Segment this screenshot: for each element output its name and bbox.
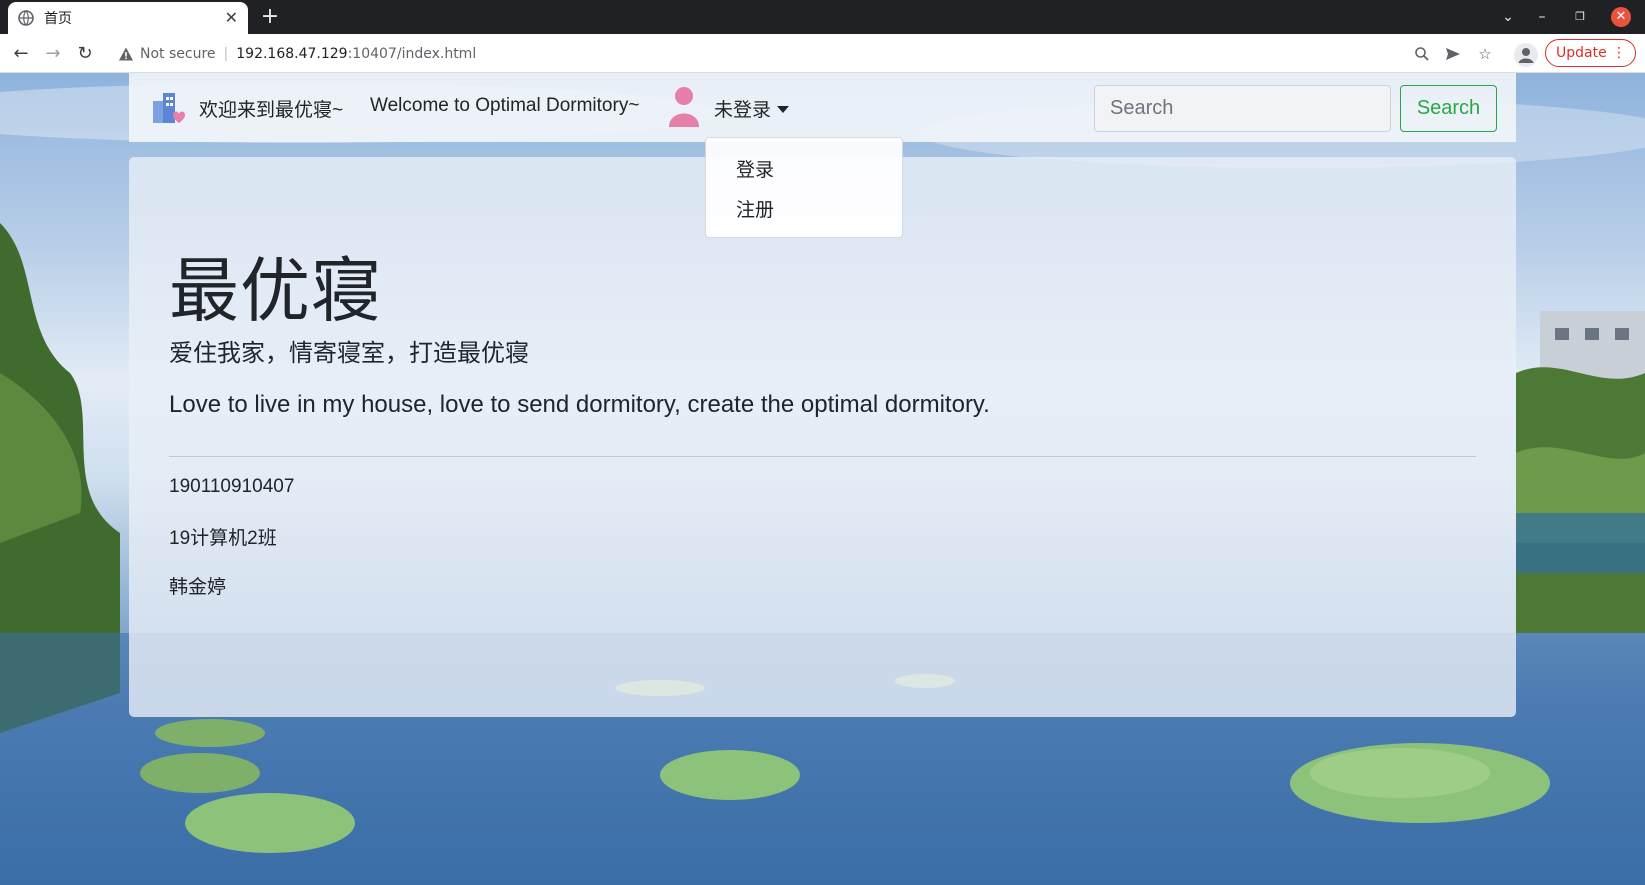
address-bar[interactable]: Not secure | 192.168.47.129 :10407/index… (108, 38, 1608, 69)
dormitory-logo-icon[interactable] (151, 85, 185, 125)
tab-close-icon[interactable]: ✕ (225, 10, 238, 26)
star-icon[interactable]: ☆ (1474, 43, 1496, 65)
class-name: 19计算机2班 (169, 528, 277, 549)
globe-icon (18, 10, 34, 26)
window-close-button[interactable]: ✕ (1611, 7, 1631, 27)
user-dropdown-toggle[interactable]: 未登录 (714, 95, 790, 122)
search-input[interactable] (1094, 85, 1391, 132)
subtitle-cn: 爱住我家，情寄寝室，打造最优寝 (169, 340, 529, 367)
minimize-button[interactable]: – (1527, 0, 1557, 34)
url-separator: | (223, 45, 229, 62)
security-label: Not secure (140, 45, 216, 62)
site-navbar: 欢迎来到最优寝~ Welcome to Optimal Dormitory~ 未… (129, 73, 1516, 142)
new-tab-button[interactable]: + (258, 4, 282, 30)
zoom-icon[interactable] (1411, 43, 1433, 65)
update-button[interactable]: Update ⋮ (1545, 39, 1636, 67)
user-status-label: 未登录 (714, 100, 772, 121)
warning-icon (119, 47, 133, 60)
page-viewport: 欢迎来到最优寝~ Welcome to Optimal Dormitory~ 未… (0, 73, 1645, 885)
caret-down-icon (777, 106, 790, 113)
url-path: :10407/index.html (347, 45, 477, 62)
profile-icon[interactable] (1514, 43, 1538, 67)
brand-text-cn[interactable]: 欢迎来到最优寝~ (199, 95, 343, 122)
tab-list-icon[interactable]: ⌄ (1493, 0, 1523, 34)
jumbotron: 最优寝 爱住我家，情寄寝室，打造最优寝 Love to live in my h… (129, 157, 1516, 717)
brand-text-en[interactable]: Welcome to Optimal Dormitory~ (370, 95, 639, 117)
student-id: 190110910407 (169, 476, 295, 497)
dropdown-item-register[interactable]: 注册 (736, 195, 774, 222)
restore-button[interactable]: ❐ (1565, 0, 1595, 34)
url-host: 192.168.47.129 (236, 45, 348, 62)
page-title: 最优寝 (169, 252, 382, 330)
update-label: Update (1556, 45, 1607, 61)
student-name: 韩金婷 (169, 577, 227, 598)
browser-tab[interactable]: 首页 ✕ (8, 2, 248, 34)
more-menu-icon: ⋮ (1612, 45, 1626, 61)
subtitle-en: Love to live in my house, love to send d… (169, 391, 990, 418)
browser-tab-strip: 首页 ✕ + ⌄ – ❐ ✕ (0, 0, 1645, 34)
back-arrow-icon[interactable]: ← (8, 41, 34, 67)
reload-icon[interactable]: ↻ (72, 41, 98, 67)
dropdown-item-login[interactable]: 登录 (736, 155, 774, 182)
search-button[interactable]: Search (1400, 85, 1497, 132)
user-dropdown-menu: 登录 注册 (705, 137, 903, 238)
forward-arrow-icon[interactable]: → (40, 41, 66, 67)
browser-toolbar: ← → ↻ Not secure | 192.168.47.129 :10407… (0, 34, 1645, 73)
send-icon[interactable] (1442, 43, 1464, 65)
user-icon (669, 87, 699, 127)
divider (169, 456, 1476, 457)
tab-title: 首页 (44, 11, 72, 27)
